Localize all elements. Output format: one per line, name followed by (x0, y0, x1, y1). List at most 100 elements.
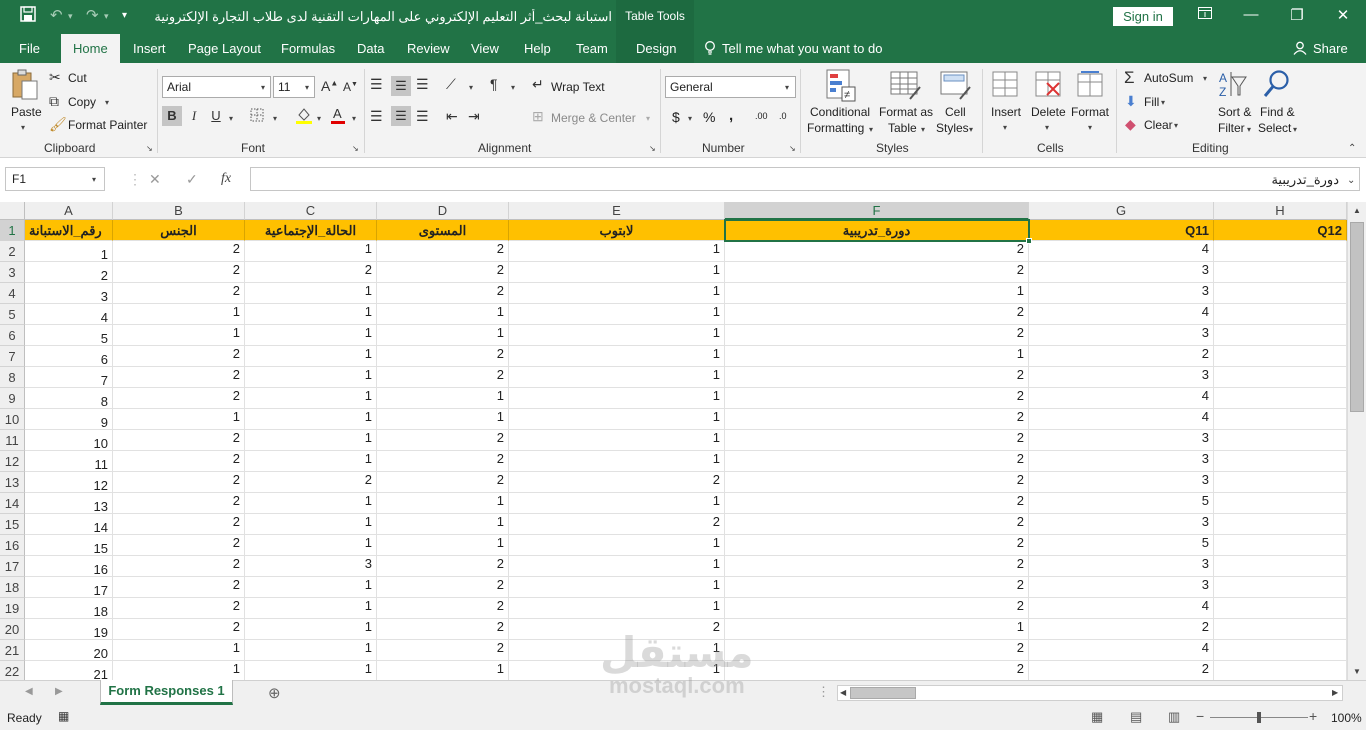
table-cell[interactable]: 1 (509, 262, 725, 283)
row-header[interactable]: 12 (0, 451, 25, 472)
font-color-icon[interactable]: A (330, 106, 346, 127)
table-cell[interactable]: 1 (245, 535, 377, 556)
table-cell[interactable] (1214, 493, 1347, 514)
table-cell[interactable]: 2 (509, 619, 725, 640)
table-cell[interactable]: 2 (113, 346, 245, 367)
table-cell[interactable]: 1 (377, 409, 509, 430)
macro-record-icon[interactable]: ▦ (58, 709, 69, 723)
table-cell[interactable]: 2 (377, 472, 509, 493)
table-cell[interactable]: 2 (377, 556, 509, 577)
column-header-h[interactable]: H (1214, 202, 1347, 220)
undo-icon[interactable]: ↶ (50, 6, 63, 24)
fill-button[interactable]: Fill (1144, 95, 1159, 109)
table-cell[interactable]: 1 (245, 283, 377, 304)
table-cell[interactable] (1214, 598, 1347, 619)
table-cell[interactable]: 1 (113, 640, 245, 661)
header-cell[interactable]: المستوى (377, 220, 509, 241)
header-cell[interactable]: الحالة_الإجتماعية (245, 220, 377, 241)
tell-me-search[interactable]: Tell me what you want to do (722, 41, 882, 56)
tab-insert[interactable]: Insert (133, 41, 166, 56)
table-cell[interactable]: 2 (1029, 619, 1214, 640)
redo-icon[interactable]: ↷ (86, 6, 99, 24)
zoom-slider-thumb[interactable] (1257, 712, 1261, 723)
table-cell[interactable]: 1 (245, 409, 377, 430)
horizontal-scrollbar[interactable]: ◀ ▶ (837, 685, 1343, 701)
row-header[interactable]: 4 (0, 283, 25, 304)
table-cell[interactable]: 1 (245, 367, 377, 388)
table-cell[interactable]: 2 (725, 493, 1029, 514)
table-cell[interactable]: 1 (377, 325, 509, 346)
table-cell[interactable]: 1 (245, 451, 377, 472)
format-painter-button[interactable]: Format Painter (68, 118, 147, 132)
table-cell[interactable]: 2 (377, 598, 509, 619)
table-cell[interactable]: 2 (725, 262, 1029, 283)
borders-dropdown-icon[interactable]: ▾ (273, 114, 277, 123)
table-cell[interactable]: 3 (1029, 367, 1214, 388)
table-cell[interactable]: 2 (113, 493, 245, 514)
sheet-tab-form-responses[interactable]: Form Responses 1 (100, 680, 233, 705)
table-cell[interactable]: 11 (25, 451, 113, 472)
increase-font-icon[interactable]: A▲ (321, 78, 338, 94)
copy-button[interactable]: Copy (68, 95, 96, 109)
table-cell[interactable] (1214, 430, 1347, 451)
collapse-ribbon-icon[interactable]: ⌃ (1348, 143, 1356, 154)
table-cell[interactable]: 2 (725, 241, 1029, 262)
wrap-text-button[interactable]: Wrap Text (551, 80, 605, 94)
table-cell[interactable]: 2 (113, 241, 245, 262)
tab-view[interactable]: View (471, 41, 499, 56)
table-cell[interactable]: 2 (113, 451, 245, 472)
table-cell[interactable]: 2 (725, 388, 1029, 409)
table-cell[interactable]: 18 (25, 598, 113, 619)
header-cell[interactable]: Q11 (1029, 220, 1214, 241)
table-cell[interactable] (1214, 556, 1347, 577)
table-cell[interactable] (1214, 304, 1347, 325)
table-cell[interactable]: 1 (377, 535, 509, 556)
font-family-select[interactable]: Arial ▾ (162, 76, 271, 98)
select-all-corner[interactable] (0, 202, 25, 220)
table-cell[interactable]: 10 (25, 430, 113, 451)
tab-page-layout[interactable]: Page Layout (188, 41, 261, 56)
table-cell[interactable]: 2 (245, 472, 377, 493)
table-cell[interactable] (1214, 577, 1347, 598)
align-bottom-icon[interactable]: ☰ (416, 76, 429, 93)
row-header[interactable]: 3 (0, 262, 25, 283)
orientation-dropdown-icon[interactable]: ▾ (469, 83, 473, 92)
name-box[interactable]: F1 ▾ (5, 167, 105, 191)
table-cell[interactable]: 1 (509, 388, 725, 409)
header-cell[interactable]: الجنس (113, 220, 245, 241)
redo-dropdown-icon[interactable]: ▾ (104, 11, 109, 22)
percent-button[interactable]: % (703, 109, 715, 125)
tab-home[interactable]: Home (61, 34, 120, 63)
table-cell[interactable]: 2 (245, 262, 377, 283)
currency-dropdown-icon[interactable]: ▾ (688, 114, 692, 123)
merge-dropdown-icon[interactable]: ▾ (646, 114, 650, 123)
vertical-scrollbar[interactable]: ▲ ▼ (1347, 202, 1366, 680)
table-cell[interactable]: 1 (245, 325, 377, 346)
font-launcher-icon[interactable]: ↘ (352, 144, 359, 153)
table-cell[interactable]: 1 (113, 409, 245, 430)
table-cell[interactable]: 3 (25, 283, 113, 304)
table-cell[interactable]: 2 (377, 619, 509, 640)
tab-help[interactable]: Help (524, 41, 551, 56)
table-cell[interactable]: 3 (1029, 283, 1214, 304)
restore-icon[interactable]: ❐ (1287, 6, 1307, 24)
paste-dropdown-icon[interactable]: ▾ (21, 123, 25, 132)
table-cell[interactable]: 1 (509, 598, 725, 619)
table-cell[interactable]: 1 (113, 661, 245, 680)
table-cell[interactable]: 4 (1029, 409, 1214, 430)
table-cell[interactable]: 1 (509, 325, 725, 346)
row-header[interactable]: 21 (0, 640, 25, 661)
row-header[interactable]: 22 (0, 661, 25, 680)
underline-dropdown-icon[interactable]: ▾ (229, 114, 233, 123)
autosum-dropdown-icon[interactable]: ▾ (1203, 74, 1207, 83)
tab-design[interactable]: Design (636, 41, 676, 56)
fill-color-dropdown-icon[interactable]: ▾ (317, 114, 321, 123)
table-cell[interactable]: 1 (113, 325, 245, 346)
table-cell[interactable]: 3 (1029, 262, 1214, 283)
table-cell[interactable]: 3 (1029, 472, 1214, 493)
column-header-e[interactable]: E (509, 202, 725, 220)
table-cell[interactable]: 2 (113, 577, 245, 598)
table-cell[interactable]: 1 (113, 304, 245, 325)
table-cell[interactable]: 20 (25, 640, 113, 661)
table-cell[interactable]: 1 (377, 661, 509, 680)
